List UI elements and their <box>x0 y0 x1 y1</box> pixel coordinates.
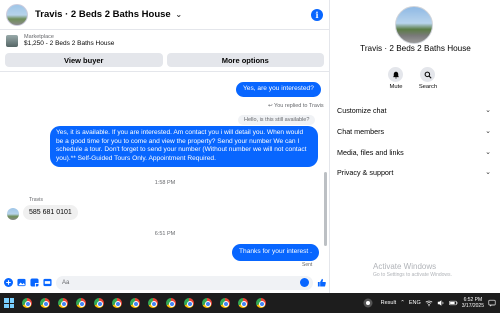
chrome-icon[interactable] <box>254 296 268 310</box>
search-label: Search <box>418 84 438 90</box>
chevron-down-icon: ⌄ <box>485 128 491 135</box>
sticker-icon[interactable] <box>30 278 39 287</box>
chrome-icon[interactable] <box>218 296 232 310</box>
message-bubble-incoming: 585 681 0101 <box>23 205 78 220</box>
chrome-icon[interactable] <box>20 296 34 310</box>
result-app-icon[interactable] <box>361 296 375 310</box>
chevron-down-icon: ⌄ <box>485 107 491 114</box>
reply-note: ↩ You replied to Travis <box>268 103 324 109</box>
volume-icon[interactable] <box>437 294 445 312</box>
chrome-icon[interactable] <box>128 296 142 310</box>
message-bubble-outgoing: Thanks for your interest . <box>232 244 319 261</box>
listing-thumbnail <box>6 35 18 47</box>
marketplace-label: Marketplace <box>24 33 54 40</box>
chrome-icon[interactable] <box>146 296 160 310</box>
sender-name: Travis <box>29 197 43 203</box>
message-bubble-outgoing: Yes, are you interested? <box>236 82 321 97</box>
avatar[interactable] <box>6 3 28 26</box>
chrome-icon[interactable] <box>56 296 70 310</box>
mute-label: Mute <box>389 84 403 90</box>
section-privacy-support[interactable]: Privacy & support ⌄ <box>337 166 497 178</box>
plus-icon[interactable] <box>4 278 13 287</box>
image-icon[interactable] <box>17 278 26 287</box>
profile-avatar[interactable] <box>395 6 433 44</box>
marketplace-banner[interactable]: Marketplace $1,250 - 2 Beds 2 Baths Hous… <box>0 30 329 52</box>
timestamp: 6:51 PM <box>154 231 176 237</box>
timestamp: 1:58 PM <box>154 180 176 186</box>
search-icon <box>424 71 432 79</box>
language-indicator[interactable]: ENG <box>409 300 421 306</box>
chat-title[interactable]: Travis · 2 Beds 2 Baths House ⌄ <box>35 9 311 20</box>
info-icon[interactable]: i <box>311 8 323 21</box>
chevron-down-icon: ⌄ <box>485 169 491 176</box>
more-options-button[interactable]: More options <box>166 53 324 67</box>
listing-title: $1,250 - 2 Beds 2 Baths House <box>24 40 115 48</box>
chat-title-text: Travis · 2 Beds 2 Baths House <box>35 9 171 20</box>
section-media-files-links[interactable]: Media, files and links ⌄ <box>337 146 497 158</box>
start-icon[interactable] <box>2 296 16 310</box>
reply-quote: Hello, is this still available? <box>238 115 316 125</box>
mute-button[interactable] <box>388 67 403 82</box>
view-buyer-button[interactable]: View buyer <box>5 53 163 67</box>
avatar[interactable] <box>7 208 19 220</box>
section-chat-members[interactable]: Chat members ⌄ <box>337 125 497 137</box>
app-root: Travis · 2 Beds 2 Baths House ⌄ i Market… <box>0 0 500 313</box>
chat-panel: Travis · 2 Beds 2 Baths House ⌄ i Market… <box>0 0 330 293</box>
battery-icon[interactable] <box>448 294 458 312</box>
message-input-placeholder: Aa <box>62 279 70 286</box>
chrome-icon[interactable] <box>74 296 88 310</box>
action-row: View buyer More options <box>0 52 329 72</box>
gif-icon[interactable] <box>43 278 52 287</box>
chevron-down-icon: ⌄ <box>485 149 491 156</box>
section-customize-chat[interactable]: Customize chat ⌄ <box>337 104 497 116</box>
chrome-icon[interactable] <box>200 296 214 310</box>
scrollbar[interactable] <box>324 172 327 246</box>
chrome-icon[interactable] <box>164 296 178 310</box>
message-bubble-outgoing: Yes, it is available. If you are interes… <box>50 126 318 167</box>
emoji-icon[interactable] <box>300 277 309 287</box>
chat-header: Travis · 2 Beds 2 Baths House ⌄ i <box>0 0 329 30</box>
chrome-icon[interactable] <box>92 296 106 310</box>
details-title: Travis · 2 Beds 2 Baths House <box>360 44 471 53</box>
clock[interactable]: 6:52 PM 3/17/2025 <box>462 297 484 309</box>
taskbar: Result ⌃ ENG 6:52 PM 3/17/2025 <box>0 293 500 313</box>
thumbs-up-icon[interactable] <box>317 278 326 287</box>
chrome-icon[interactable] <box>38 296 52 310</box>
message-list[interactable]: Yes, are you interested? ↩ You replied t… <box>0 72 330 272</box>
search-button[interactable] <box>420 67 435 82</box>
details-panel: Travis · 2 Beds 2 Baths House Mute Searc… <box>331 0 500 293</box>
result-label[interactable]: Result <box>381 300 397 306</box>
activate-windows-watermark: Activate Windows Go to Settings to activ… <box>373 262 452 278</box>
chrome-icon[interactable] <box>182 296 196 310</box>
clock-date: 3/17/2025 <box>461 303 484 309</box>
sent-status: Sent <box>302 262 313 268</box>
chevron-down-icon: ⌄ <box>175 10 183 19</box>
wifi-icon[interactable] <box>425 294 433 312</box>
composer: Aa <box>0 272 330 293</box>
chevron-up-icon[interactable]: ⌃ <box>400 300 405 306</box>
chrome-icon[interactable] <box>110 296 124 310</box>
notification-icon[interactable] <box>488 294 496 312</box>
system-tray: Result ⌃ ENG 6:52 PM 3/17/2025 <box>359 293 496 313</box>
chrome-icon[interactable] <box>236 296 250 310</box>
message-input[interactable]: Aa <box>56 275 313 290</box>
bell-icon <box>392 71 399 78</box>
